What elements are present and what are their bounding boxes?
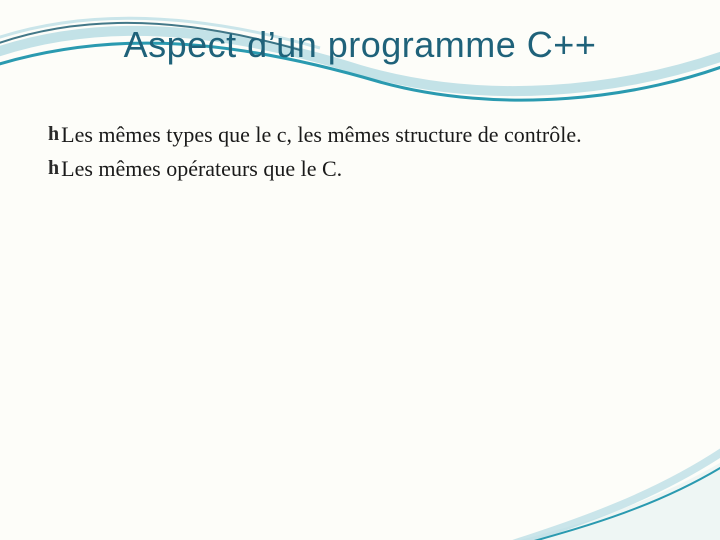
list-item: h Les mêmes opérateurs que le C. bbox=[48, 154, 660, 184]
slide: Aspect d’un programme C++ h Les mêmes ty… bbox=[0, 0, 720, 540]
bullet-icon: h bbox=[48, 154, 59, 182]
decorative-corner bbox=[500, 420, 720, 540]
slide-title: Aspect d’un programme C++ bbox=[0, 24, 720, 66]
bullet-text: Les mêmes types que le c, les mêmes stru… bbox=[61, 120, 582, 150]
bullet-icon: h bbox=[48, 120, 59, 148]
list-item: h Les mêmes types que le c, les mêmes st… bbox=[48, 120, 660, 150]
bullet-text: Les mêmes opérateurs que le C. bbox=[61, 154, 342, 184]
slide-content: h Les mêmes types que le c, les mêmes st… bbox=[48, 120, 660, 188]
